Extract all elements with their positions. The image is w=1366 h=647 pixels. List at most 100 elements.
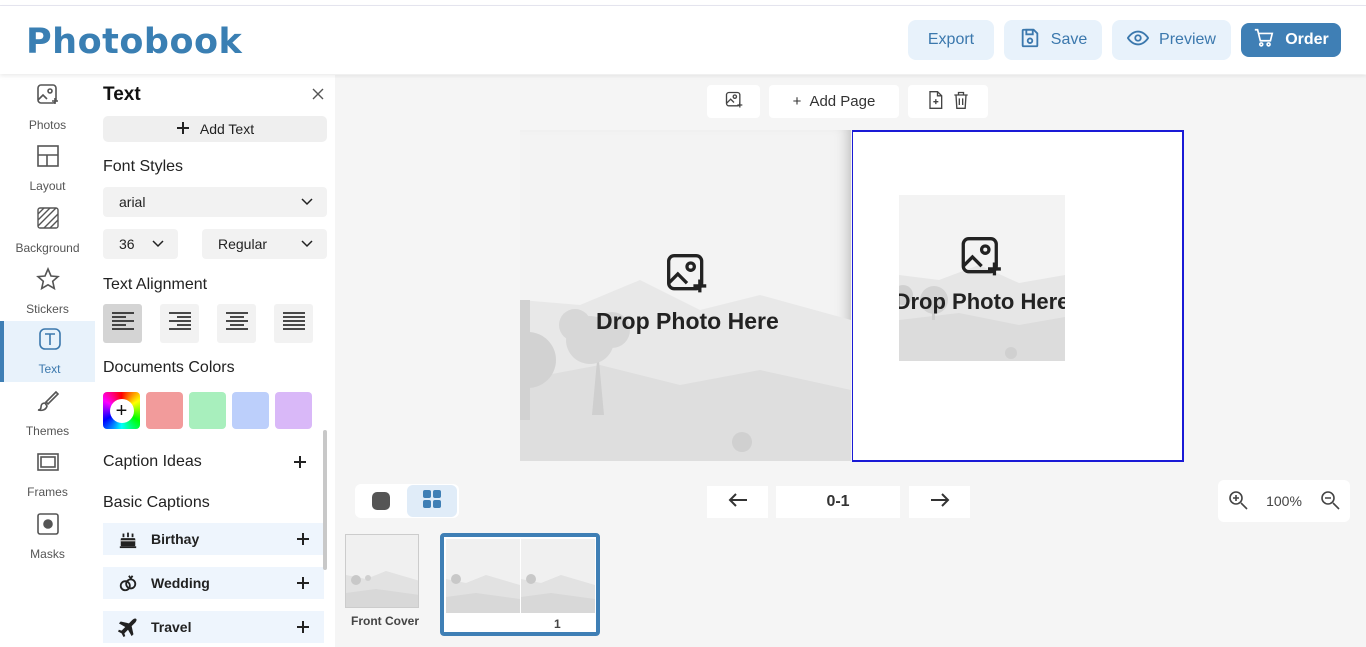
next-page-button[interactable] <box>909 486 970 518</box>
rail-item-masks[interactable]: Masks <box>0 506 95 567</box>
photo-slot[interactable]: Drop Photo Here <box>899 195 1065 361</box>
rail-item-stickers[interactable]: Stickers <box>0 261 95 322</box>
zoom-in-icon[interactable] <box>1228 490 1248 513</box>
preview-button[interactable]: Preview <box>1112 20 1231 60</box>
color-swatch[interactable] <box>189 392 226 429</box>
export-label: Export <box>927 31 975 48</box>
view-toggle <box>355 484 459 518</box>
text-icon <box>38 327 62 362</box>
align-left-icon <box>111 311 135 336</box>
panel-title: Text <box>103 84 141 105</box>
color-swatch[interactable] <box>232 392 269 429</box>
font-family-select[interactable]: arial <box>103 187 327 217</box>
page-left[interactable]: Drop Photo Here <box>520 130 851 461</box>
rail-label-masks: Masks <box>30 547 65 561</box>
rail-label-photos: Photos <box>28 118 67 132</box>
arrow-right-icon <box>930 492 950 513</box>
rail-label-stickers: Stickers <box>26 302 69 316</box>
spread-thumbnail-selected[interactable]: 1 <box>440 533 600 636</box>
previous-page-button[interactable] <box>707 486 768 518</box>
drop-photo-label: Drop Photo Here <box>596 308 779 334</box>
align-right-icon <box>168 311 192 336</box>
rail-label-layout: Layout <box>29 179 66 193</box>
photo-add-icon <box>960 235 1004 285</box>
star-icon <box>35 266 60 302</box>
drop-photo-zone[interactable]: Drop Photo Here <box>899 235 1065 315</box>
caption-item-birthday[interactable]: Birthay <box>103 523 324 555</box>
text-alignment-label: Text Alignment <box>103 276 208 293</box>
rail-label-frames: Frames <box>27 485 68 499</box>
single-view-icon[interactable] <box>372 492 390 510</box>
drop-photo-zone[interactable]: Drop Photo Here <box>596 252 779 335</box>
page-right-selected[interactable]: Drop Photo Here <box>852 130 1184 462</box>
align-justify-button[interactable] <box>274 304 313 343</box>
font-styles-label: Font Styles <box>103 158 184 175</box>
zoom-level: 100% <box>1266 493 1302 509</box>
add-photo-tool-button[interactable] <box>707 85 760 118</box>
add-page-button[interactable]: + Add Page <box>769 85 899 118</box>
save-label: Save <box>1050 31 1088 48</box>
trash-icon[interactable] <box>951 90 971 114</box>
zoom-out-icon[interactable] <box>1320 490 1340 513</box>
font-size-value: 36 <box>119 236 135 252</box>
save-button[interactable]: Save <box>1004 20 1102 60</box>
caption-label: Birthay <box>151 531 200 547</box>
align-center-icon <box>225 311 249 336</box>
photo-add-icon <box>36 83 60 118</box>
eye-icon <box>1126 27 1150 54</box>
align-right-button[interactable] <box>160 304 199 343</box>
rail-item-themes[interactable]: Themes <box>0 383 95 444</box>
rail-item-text[interactable]: Text <box>0 321 95 382</box>
landscape-illustration <box>446 574 520 613</box>
add-page-label: Add Page <box>809 93 876 110</box>
panel-scrollbar[interactable] <box>323 430 327 570</box>
zoom-control: 100% <box>1218 480 1350 522</box>
color-swatch[interactable] <box>146 392 183 429</box>
rail-item-frames[interactable]: Frames <box>0 444 95 505</box>
canvas-area: + Add Page Drop Photo Here Drop Photo He… <box>335 75 1366 647</box>
drop-photo-label: Drop Photo Here <box>899 289 1065 314</box>
rail-item-photos[interactable]: Photos <box>0 77 95 138</box>
plus-icon[interactable] <box>296 620 310 634</box>
plus-icon[interactable] <box>296 532 310 546</box>
add-text-button[interactable]: Add Text <box>103 116 327 142</box>
front-cover-thumbnail[interactable] <box>345 534 419 608</box>
grid-view-button[interactable] <box>407 485 457 517</box>
brush-icon <box>36 389 60 424</box>
save-icon <box>1019 27 1041 54</box>
plus-icon: + <box>109 398 134 423</box>
duplicate-page-icon[interactable] <box>925 90 945 114</box>
align-left-button[interactable] <box>103 304 142 343</box>
layout-icon <box>36 144 60 179</box>
spread-number-label: 1 <box>554 617 561 631</box>
left-rail: Photos Layout Background Stickers Text T… <box>0 75 95 647</box>
align-center-button[interactable] <box>217 304 256 343</box>
text-panel: Text Add Text Font Styles arial 36 Regul… <box>95 75 335 647</box>
caption-item-travel[interactable]: Travel <box>103 611 324 643</box>
font-size-select[interactable]: 36 <box>103 229 178 259</box>
photo-add-icon <box>665 252 709 302</box>
rail-label-text: Text <box>38 362 61 376</box>
color-picker-button[interactable]: + <box>103 392 140 429</box>
app-logo: Photobook <box>26 22 243 62</box>
export-button[interactable]: Export <box>908 20 994 60</box>
front-cover-label: Front Cover <box>351 614 420 628</box>
rail-item-layout[interactable]: Layout <box>0 138 95 199</box>
close-icon[interactable] <box>311 87 325 101</box>
rings-icon <box>117 572 139 594</box>
caption-label: Wedding <box>151 575 210 591</box>
color-swatch[interactable] <box>275 392 312 429</box>
font-weight-select[interactable]: Regular <box>202 229 327 259</box>
rail-item-background[interactable]: Background <box>0 200 95 261</box>
cake-icon <box>117 528 139 550</box>
plus-icon: + <box>792 93 802 110</box>
arrow-left-icon <box>728 492 748 513</box>
photo-add-icon <box>724 90 744 114</box>
caption-item-wedding[interactable]: Wedding <box>103 567 324 599</box>
order-button[interactable]: Order <box>1241 23 1341 57</box>
caption-ideas-expand-icon[interactable] <box>293 455 307 469</box>
plus-icon <box>176 121 190 138</box>
header: Photobook Export Save Preview Order <box>0 6 1366 74</box>
plus-icon[interactable] <box>296 576 310 590</box>
airplane-icon <box>117 616 139 638</box>
